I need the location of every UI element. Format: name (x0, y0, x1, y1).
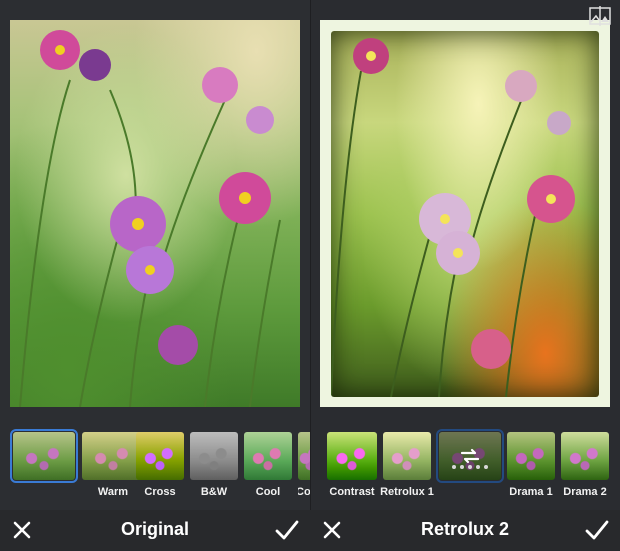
compare-icon[interactable] (589, 5, 611, 27)
filter-label: Cool (255, 486, 281, 498)
filter-title: Retrolux 2 (420, 519, 510, 539)
original-photo[interactable] (10, 20, 300, 407)
filtered-photo[interactable] (331, 31, 599, 397)
filter-label: Retrolux 1 (380, 486, 434, 498)
filter-thumb-warm[interactable]: Warm (82, 432, 144, 498)
bottom-bar-left: Original (0, 510, 310, 551)
filter-preview (136, 432, 184, 480)
filter-thumb-drama-1[interactable]: Drama 1 (507, 432, 555, 498)
filter-strip-left: Warm Cross B&W Cool Co (0, 429, 310, 510)
filter-thumb-drama-2[interactable]: Drama 2 (561, 432, 609, 498)
filter-preview (298, 432, 310, 480)
variant-dots (439, 456, 501, 474)
filter-thumb-cross[interactable]: Cross (136, 432, 184, 498)
filter-label: Drama 2 (563, 486, 607, 498)
filter-thumb-retrolux-1[interactable]: Retrolux 1 (380, 432, 434, 498)
filter-thumb-cool[interactable]: Cool (244, 432, 292, 498)
filter-preview (244, 432, 292, 480)
filter-preview (82, 432, 144, 480)
bottom-bar-right: Retrolux 2 (310, 510, 620, 551)
filter-preview (561, 432, 609, 480)
filter-thumb-bw[interactable]: B&W (190, 432, 238, 498)
filter-preview (327, 432, 377, 480)
checkmark-icon[interactable] (274, 518, 300, 542)
filter-thumb-partial[interactable]: Co (298, 432, 310, 510)
filter-label: Co (298, 486, 310, 498)
filter-preview (10, 429, 78, 483)
filter-thumb-original[interactable] (10, 429, 78, 483)
checkmark-icon[interactable] (584, 518, 610, 542)
filter-preview (383, 432, 431, 480)
filter-title: Original (120, 519, 189, 539)
filter-preview (507, 432, 555, 480)
filter-strip-right: Contrast Retrolux 1 Drama 1 Drama 2 (310, 429, 620, 510)
filter-thumb-retrolux-2[interactable] (436, 429, 504, 483)
filter-preview (190, 432, 238, 480)
filter-thumb-contrast[interactable]: Contrast (327, 432, 377, 498)
